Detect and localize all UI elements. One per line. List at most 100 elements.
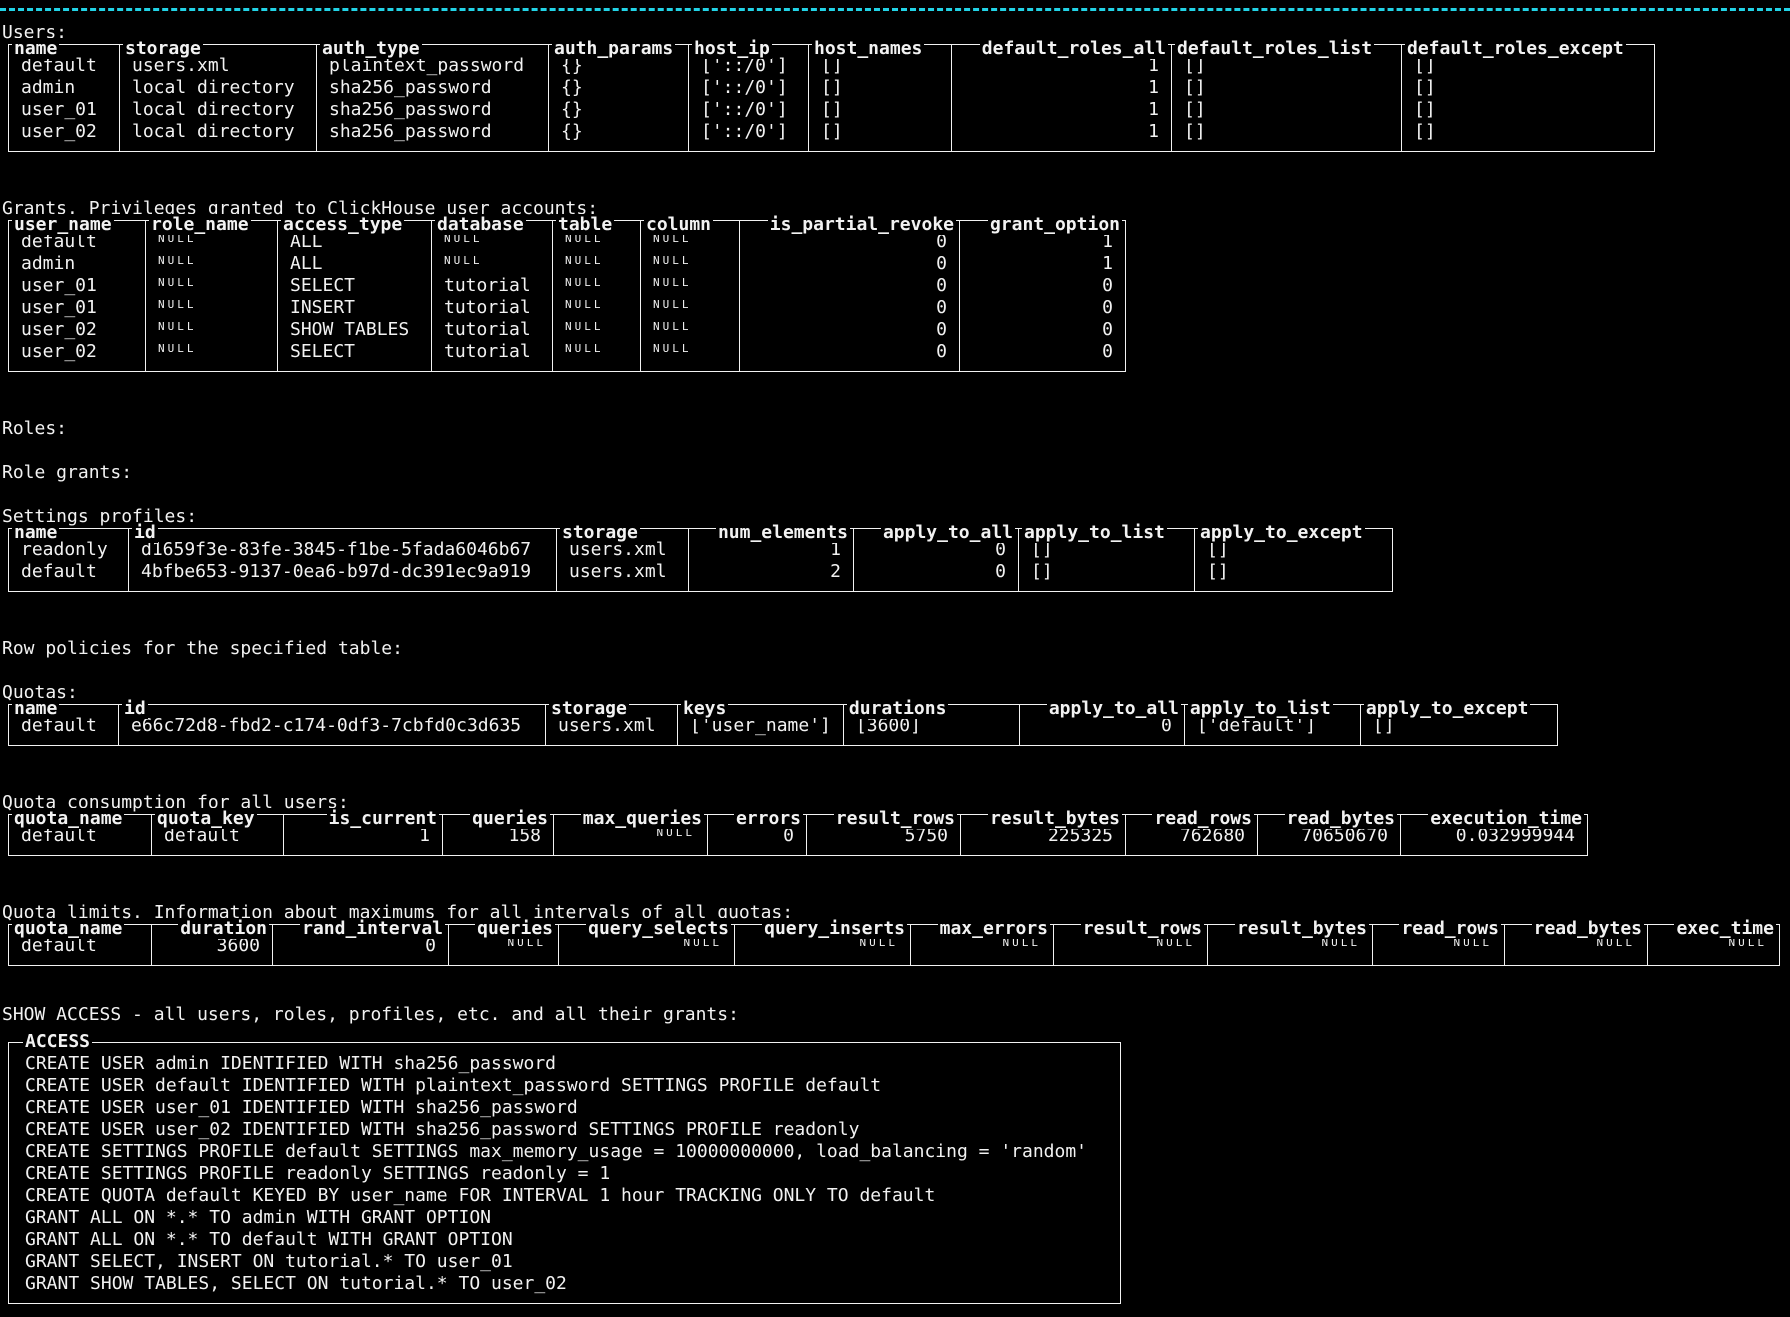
table-row: default 3600 0 NULL NULL NULL NULL NULL NULL NULL… bbox=[8, 935, 1780, 966]
null-value: NULL bbox=[653, 342, 692, 355]
column-header-label: query_selects bbox=[586, 918, 731, 939]
table-cell: 0.032999944 bbox=[1400, 825, 1588, 856]
table-cell: 1 bbox=[959, 253, 1126, 275]
table-cell: NULL bbox=[640, 297, 740, 319]
users-header-auth-params: auth_params bbox=[548, 38, 689, 59]
null-value: NULL bbox=[653, 320, 692, 333]
access-statement: CREATE SETTINGS PROFILE readonly SETTING… bbox=[25, 1163, 611, 1184]
users-header-default-roles-list: default_roles_list bbox=[1171, 38, 1402, 59]
column-header-label: id bbox=[132, 522, 158, 543]
table-cell: [] bbox=[808, 121, 952, 152]
table-cell: local directory bbox=[119, 121, 317, 152]
access-statement: CREATE USER user_02 IDENTIFIED WITH sha2… bbox=[25, 1119, 860, 1140]
table-cell: NULL bbox=[552, 297, 641, 319]
column-header-label: result_rows bbox=[833, 808, 957, 829]
quota-consumption-header-result-bytes: result_bytes bbox=[960, 808, 1126, 829]
table-cell: d1659f3e-83fe-3845-f1be-5fada6046b67 bbox=[128, 539, 557, 561]
table-cell: NULL bbox=[1053, 935, 1208, 966]
table-cell: NULL bbox=[145, 319, 278, 341]
null-value: NULL bbox=[653, 298, 692, 311]
table-cell: SELECT bbox=[277, 341, 432, 372]
column-header-label: result_bytes bbox=[987, 808, 1122, 829]
column-header-label: durations bbox=[846, 698, 949, 719]
table-cell: NULL bbox=[910, 935, 1054, 966]
column-header-label: column bbox=[644, 214, 714, 235]
table-cell: [] bbox=[808, 99, 952, 121]
access-statement: CREATE USER user_01 IDENTIFIED WITH sha2… bbox=[25, 1097, 578, 1118]
table-cell: NULL bbox=[552, 253, 641, 275]
table-cell: 0 bbox=[853, 561, 1019, 592]
null-value: NULL bbox=[653, 276, 692, 289]
table-cell: user_02 bbox=[8, 341, 146, 372]
roles-label: Roles: bbox=[2, 418, 68, 439]
table-cell: tutorial bbox=[431, 297, 553, 319]
column-header-label: access_type bbox=[281, 214, 405, 235]
null-value: NULL bbox=[158, 276, 197, 289]
table-cell: NULL bbox=[1647, 935, 1780, 966]
table-cell: SHOW TABLES bbox=[277, 319, 432, 341]
quota-consumption-header-max-queries: max_queries bbox=[553, 808, 708, 829]
column-header-label: result_bytes bbox=[1234, 918, 1369, 939]
null-value: NULL bbox=[565, 320, 604, 333]
column-header-label: apply_to_except bbox=[1198, 522, 1365, 543]
grants-header-grant-option: grant_option bbox=[959, 214, 1126, 235]
column-header-label: grant_option bbox=[987, 214, 1122, 235]
table-cell: default bbox=[8, 561, 129, 592]
table-cell: [] bbox=[1359, 715, 1558, 746]
access-statement: GRANT SELECT, INSERT ON tutorial.* TO us… bbox=[25, 1251, 513, 1272]
table-cell: default bbox=[8, 825, 152, 856]
settings-profiles-header-num-elements: num_elements bbox=[688, 522, 854, 543]
table-cell: 0 bbox=[739, 275, 960, 297]
table-cell: SELECT bbox=[277, 275, 432, 297]
grants-header-user-name: user_name bbox=[8, 214, 146, 235]
grants-header-table: table bbox=[552, 214, 641, 235]
table-cell: sha256_password bbox=[316, 99, 549, 121]
quotas-header-apply-to-all: apply_to_all bbox=[1018, 698, 1185, 719]
table-cell: 1 bbox=[951, 99, 1172, 121]
table-cell: user_01 bbox=[8, 275, 146, 297]
table-cell: user_02 bbox=[8, 319, 146, 341]
column-header-label: is_current bbox=[326, 808, 439, 829]
table-cell: 4bfbe653-9137-0ea6-b97d-dc391ec9a919 bbox=[128, 561, 557, 592]
column-header-label: host_names bbox=[812, 38, 925, 59]
quotas-table: name id storage keys durations apply_to_all ap… bbox=[8, 698, 1558, 746]
settings-profiles-header-apply-to-except: apply_to_except bbox=[1194, 522, 1393, 543]
column-header-label: quota_key bbox=[155, 808, 257, 829]
table-cell: [] bbox=[1401, 121, 1655, 152]
table-cell: 0 bbox=[959, 297, 1126, 319]
table-cell: NULL bbox=[552, 319, 641, 341]
quotas-header-keys: keys bbox=[677, 698, 844, 719]
table-cell: 0 bbox=[739, 341, 960, 372]
column-header-label: apply_to_except bbox=[1363, 698, 1531, 719]
null-value: NULL bbox=[158, 298, 197, 311]
null-value: NULL bbox=[653, 254, 692, 267]
quotas-section: Quotas: name id storage keys durations apply_… bbox=[2, 682, 1558, 746]
quotas-header-apply-to-except: apply_to_except bbox=[1359, 698, 1558, 719]
table-cell: 0 bbox=[959, 275, 1126, 297]
users-header-auth-type: auth_type bbox=[316, 38, 549, 59]
table-cell: 0 bbox=[272, 935, 449, 966]
column-header-label: name bbox=[12, 698, 60, 719]
table-row: user_02 local directory sha256_password{}[… bbox=[8, 121, 1655, 152]
column-header-label: max_queries bbox=[580, 808, 704, 829]
column-header-label: exec_time bbox=[1674, 918, 1776, 939]
settings-profiles-header-storage: storage bbox=[556, 522, 689, 543]
table-cell: 0 bbox=[739, 297, 960, 319]
row-policies-label: Row policies for the specified table: bbox=[2, 638, 403, 659]
table-cell: [] bbox=[1401, 99, 1655, 121]
table-cell: [] bbox=[1018, 561, 1195, 592]
table-row: user_02 NULL SHOW TABLES tutorial NULL NULL 0 0 bbox=[8, 319, 1126, 341]
table-cell: {} bbox=[548, 77, 689, 99]
table-cell: NULL bbox=[558, 935, 735, 966]
table-cell: NULL bbox=[552, 341, 641, 372]
table-cell: [] bbox=[1171, 99, 1402, 121]
table-cell: users.xml bbox=[545, 715, 678, 746]
settings-profiles-header-id: id bbox=[128, 522, 557, 543]
column-header-label: quota_name bbox=[12, 918, 125, 939]
column-header-label: storage bbox=[123, 38, 203, 59]
table-cell: 1 bbox=[283, 825, 443, 856]
grants-section: Grants. Privileges granted to ClickHouse… bbox=[2, 198, 1126, 372]
table-cell: default bbox=[8, 715, 119, 746]
null-value: NULL bbox=[158, 254, 197, 267]
column-header-label: apply_to_all bbox=[1046, 698, 1181, 719]
